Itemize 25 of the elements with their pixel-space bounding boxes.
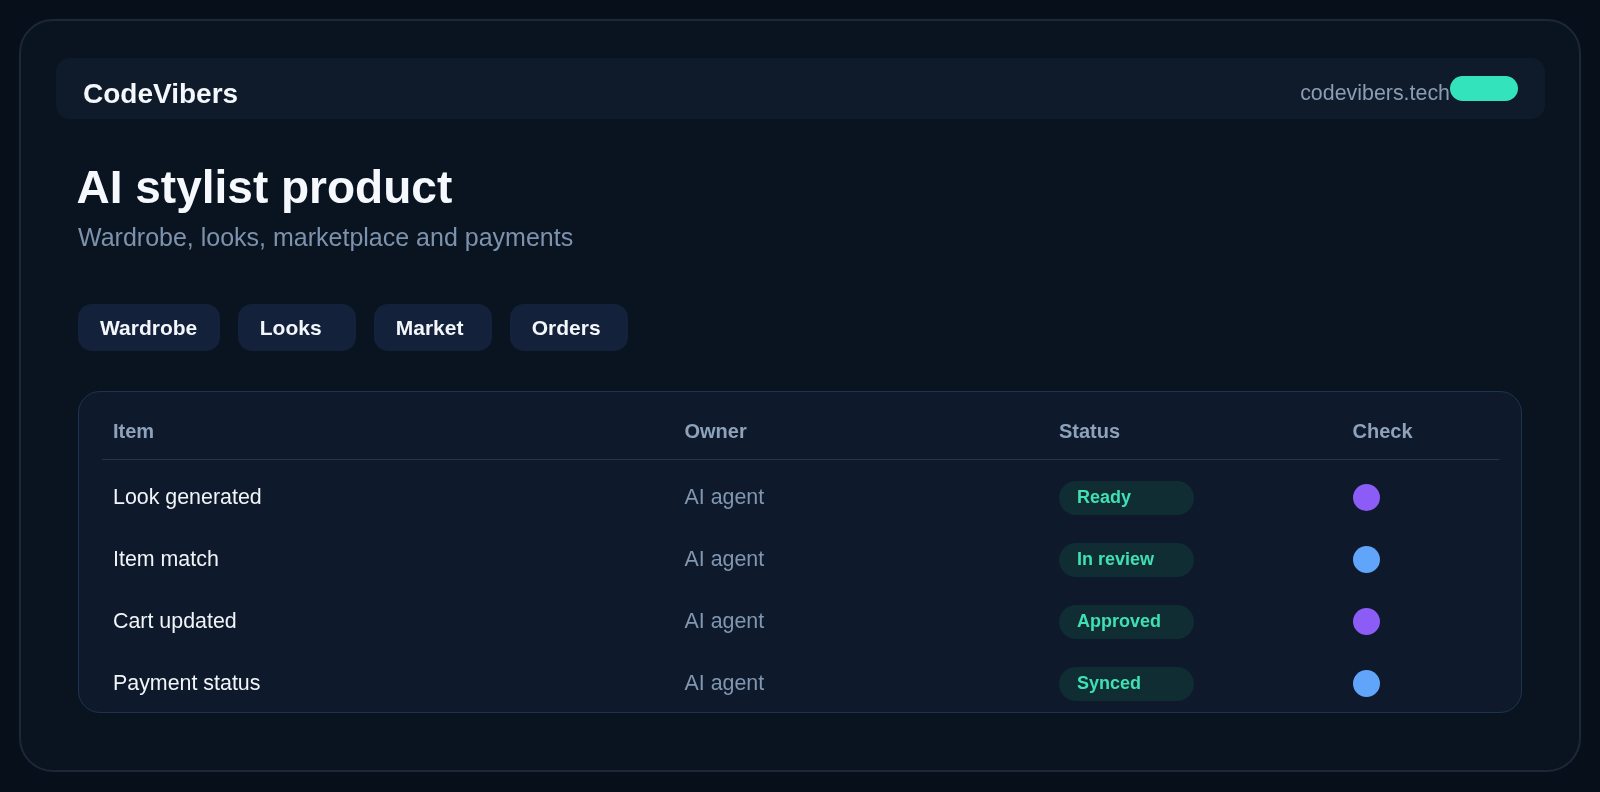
owner-name: AI agent	[684, 671, 765, 697]
owner-name: AI agent	[684, 609, 765, 635]
nav-tab[interactable]: Orders	[509, 304, 629, 352]
item-name: Cart updated	[113, 609, 237, 635]
column-header: Owner	[683, 419, 748, 443]
status-badge: Synced	[1059, 666, 1194, 701]
domain-text: codevibers.tech	[1300, 81, 1450, 106]
column-header: Status	[1058, 419, 1122, 443]
page-title: AI stylist product	[76, 162, 454, 213]
owner-name: AI agent	[684, 485, 765, 511]
status-badge: Approved	[1059, 604, 1194, 639]
nav-tab[interactable]: Market	[373, 304, 493, 352]
page-subtitle: Wardrobe, looks, marketplace and payments	[78, 221, 575, 252]
pill-icon	[1450, 75, 1518, 101]
column-header: Item	[112, 419, 156, 443]
owner-name: AI agent	[684, 547, 765, 573]
item-name: Payment status	[113, 671, 261, 697]
column-header: Check	[1351, 419, 1414, 443]
brand-name: CodeVibers	[83, 77, 239, 110]
status-badge: In review	[1059, 542, 1194, 577]
status-badge: Ready	[1059, 480, 1194, 515]
item-name: Item match	[113, 547, 219, 573]
nav-tab[interactable]: Looks	[237, 304, 357, 352]
nav-tab[interactable]: Wardrobe	[78, 304, 221, 352]
item-name: Look generated	[113, 485, 262, 511]
